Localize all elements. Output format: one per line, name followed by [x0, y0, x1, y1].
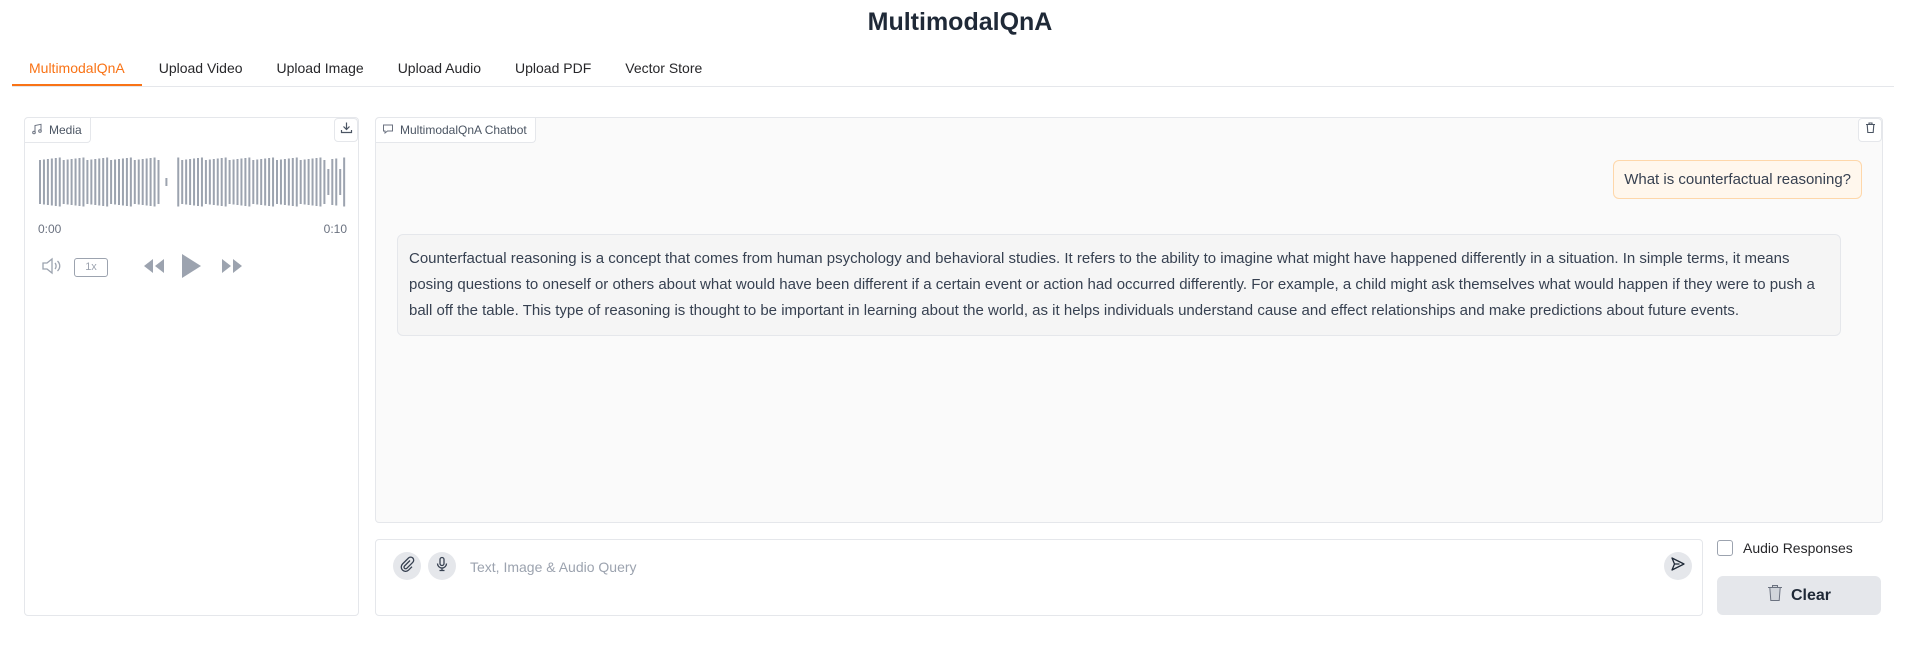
volume-button[interactable]: [41, 257, 63, 280]
microphone-button[interactable]: [428, 552, 456, 580]
clear-button[interactable]: Clear: [1717, 576, 1881, 615]
audio-responses-label: Audio Responses: [1743, 540, 1853, 556]
chatbot-label-text: MultimodalQnA Chatbot: [400, 123, 527, 137]
rewind-icon: [141, 259, 167, 279]
tab-bar: MultimodalQnA Upload Video Upload Image …: [12, 52, 1894, 87]
tab-upload-video[interactable]: Upload Video: [142, 52, 260, 85]
send-button[interactable]: [1664, 552, 1692, 580]
assistant-message: Counterfactual reasoning is a concept th…: [397, 234, 1841, 336]
tab-vector-store[interactable]: Vector Store: [608, 52, 719, 85]
rewind-button[interactable]: [141, 257, 167, 280]
chatbot-panel: MultimodalQnA Chatbot What is counterfac…: [375, 117, 1883, 523]
trash-icon: [1864, 121, 1877, 139]
audio-responses-toggle[interactable]: Audio Responses: [1717, 540, 1853, 556]
attach-button[interactable]: [393, 552, 421, 580]
fast-forward-icon: [219, 259, 245, 279]
query-box: [375, 539, 1703, 616]
audio-responses-checkbox[interactable]: [1717, 540, 1733, 556]
chat-bubble-icon: [382, 123, 394, 138]
tab-upload-pdf[interactable]: Upload PDF: [498, 52, 608, 85]
chatbot-label: MultimodalQnA Chatbot: [376, 118, 536, 143]
volume-icon: [41, 257, 63, 279]
music-note-icon: [31, 123, 43, 138]
delete-chat-button[interactable]: [1858, 118, 1882, 142]
paperclip-icon: [399, 555, 415, 577]
media-label-text: Media: [49, 123, 82, 137]
fast-forward-button[interactable]: [219, 257, 245, 280]
playback-speed-button[interactable]: 1x: [74, 258, 108, 277]
tab-upload-audio[interactable]: Upload Audio: [381, 52, 498, 85]
microphone-icon: [434, 556, 450, 577]
download-icon: [340, 121, 353, 139]
clear-button-label: Clear: [1790, 586, 1832, 604]
media-label: Media: [25, 118, 91, 143]
play-button[interactable]: [179, 252, 203, 285]
download-button[interactable]: [334, 118, 358, 142]
trash-icon: [1767, 584, 1783, 607]
query-input[interactable]: [468, 552, 1622, 582]
tab-multimodalqna[interactable]: MultimodalQnA: [12, 52, 142, 86]
media-panel: Media 0:00 0:10 1x: [24, 117, 359, 616]
time-start: 0:00: [38, 222, 62, 236]
play-icon: [179, 254, 203, 284]
audio-waveform[interactable]: [38, 157, 346, 207]
app-title: MultimodalQnA: [867, 8, 1053, 36]
time-end: 0:10: [323, 222, 347, 236]
tab-upload-image[interactable]: Upload Image: [260, 52, 381, 85]
send-icon: [1670, 556, 1686, 577]
user-message: What is counterfactual reasoning?: [1613, 160, 1862, 199]
